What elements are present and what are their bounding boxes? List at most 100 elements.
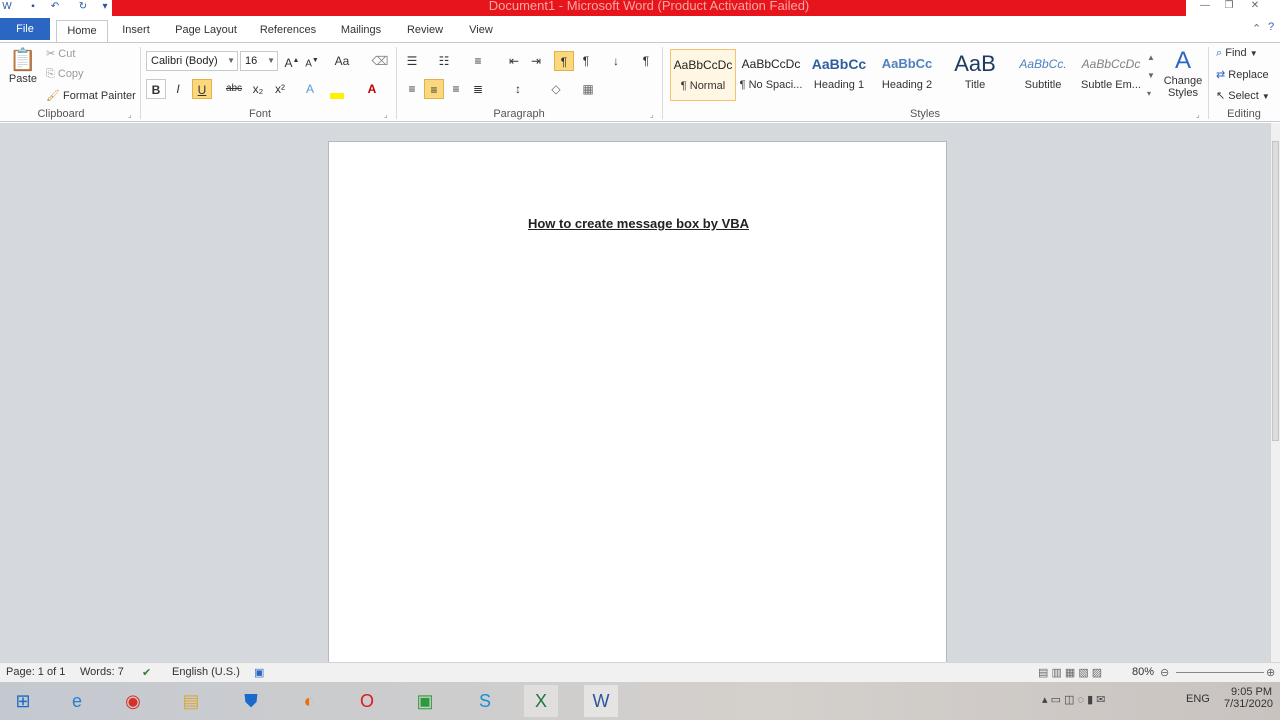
redo-icon[interactable]: ↻ — [76, 0, 90, 14]
align-left-icon[interactable]: ≡ — [402, 79, 422, 99]
word-app-icon[interactable]: W — [0, 0, 14, 14]
find-button[interactable]: ⌕ Find ▼ — [1216, 47, 1258, 60]
numbering-icon[interactable]: ☷ — [434, 51, 454, 71]
minimize-ribbon-icon[interactable]: ⌃ — [1252, 22, 1261, 35]
copy-button[interactable]: ⎘ Copy — [46, 68, 84, 81]
tab-review[interactable]: Review — [400, 20, 450, 42]
styles-more-icon[interactable]: ▾ — [1147, 89, 1151, 98]
styles-scroll-up-icon[interactable]: ▲ — [1147, 53, 1155, 62]
justify-icon[interactable]: ≣ — [468, 79, 488, 99]
dialog-launcher-icon[interactable]: ⌟ — [1196, 110, 1200, 119]
cut-button[interactable]: ✂ Cut — [46, 47, 75, 60]
text-effects-icon[interactable]: A — [300, 79, 320, 99]
customize-qat-icon[interactable]: ▾ — [98, 0, 112, 14]
change-styles-button[interactable]: A Change Styles — [1160, 47, 1206, 99]
align-center-icon[interactable]: ≡ — [424, 79, 444, 99]
excel-icon[interactable]: X — [524, 685, 558, 717]
word-count[interactable]: Words: 7 — [80, 666, 124, 678]
undo-icon[interactable]: ↶ — [48, 0, 62, 14]
format-painter-button[interactable]: 🖌 Format Painter — [46, 89, 136, 102]
underline-button[interactable]: U — [192, 79, 212, 99]
select-button[interactable]: ↖ Select ▼ — [1216, 89, 1270, 102]
minimize-button[interactable]: — — [1194, 0, 1216, 14]
language-indicator[interactable]: English (U.S.) — [172, 666, 240, 678]
tray-icons[interactable]: ▴ ▭ ◫ ◌ ▮ ✉ — [1042, 693, 1105, 706]
zoom-level[interactable]: 80% — [1132, 666, 1154, 678]
tab-view[interactable]: View — [460, 20, 502, 42]
font-color-icon[interactable]: A — [362, 79, 382, 99]
sort-icon[interactable]: ↓ — [606, 51, 626, 71]
view-buttons[interactable]: ▤ ▥ ▦ ▧ ▨ — [1038, 666, 1102, 679]
multilevel-list-icon[interactable]: ≡ — [468, 51, 488, 71]
align-right-icon[interactable]: ≡ — [446, 79, 466, 99]
styles-scroll-down-icon[interactable]: ▼ — [1147, 71, 1155, 80]
maximize-button[interactable]: ❐ — [1218, 0, 1240, 14]
line-spacing-icon[interactable]: ↕ — [508, 79, 528, 99]
dialog-launcher-icon[interactable]: ⌟ — [650, 110, 654, 119]
shrink-font-icon[interactable]: A▼ — [302, 51, 322, 71]
increase-indent-icon[interactable]: ⇥ — [526, 51, 546, 71]
style-subtle-emphasis[interactable]: AaBbCcDc Subtle Em... — [1078, 49, 1144, 101]
subscript-button[interactable]: x₂ — [248, 79, 268, 99]
decrease-indent-icon[interactable]: ⇤ — [504, 51, 524, 71]
style-heading-2[interactable]: AaBbCc Heading 2 — [874, 49, 940, 101]
font-name-combo[interactable]: Calibri (Body) ▼ — [146, 51, 238, 71]
style-normal[interactable]: AaBbCcDc ¶ Normal — [670, 49, 736, 101]
tab-mailings[interactable]: Mailings — [334, 20, 388, 42]
style-title[interactable]: AaB Title — [942, 49, 1008, 101]
store-icon[interactable]: ▣ — [408, 685, 442, 717]
tab-page-layout[interactable]: Page Layout — [170, 20, 242, 42]
show-marks-icon[interactable]: ¶ — [636, 51, 656, 71]
bullets-icon[interactable]: ☰ — [402, 51, 422, 71]
style-no-spacing[interactable]: AaBbCcDc ¶ No Spaci... — [738, 49, 804, 101]
proofing-icon[interactable]: ✔ — [142, 666, 151, 679]
change-case-icon[interactable]: Aa — [332, 51, 352, 71]
page-count[interactable]: Page: 1 of 1 — [6, 666, 65, 678]
bold-button[interactable]: B — [146, 79, 166, 99]
replace-button[interactable]: ⇄ Replace — [1216, 68, 1269, 81]
zoom-slider[interactable] — [1176, 672, 1264, 673]
close-button[interactable]: ✕ — [1244, 0, 1266, 14]
clear-format-icon[interactable]: ⌫ — [370, 51, 390, 71]
document-page[interactable]: How to create message box by VBA — [328, 141, 947, 662]
tab-insert[interactable]: Insert — [114, 20, 158, 42]
zoom-out-icon[interactable]: ⊖ — [1160, 666, 1169, 679]
grow-font-icon[interactable]: A▲ — [282, 51, 302, 71]
ltr-icon[interactable]: ¶ — [554, 51, 574, 71]
paste-button[interactable]: 📋 Paste — [8, 47, 38, 85]
dialog-launcher-icon[interactable]: ⌟ — [384, 110, 388, 119]
document-heading[interactable]: How to create message box by VBA — [329, 216, 948, 231]
clock[interactable]: 9:05 PM 7/31/2020 — [1224, 686, 1273, 710]
macro-icon[interactable]: ▣ — [254, 666, 264, 679]
save-icon[interactable]: ▪ — [26, 0, 40, 14]
start-icon[interactable]: ⊞ — [6, 685, 40, 717]
highlight-icon[interactable] — [330, 93, 344, 99]
word-icon[interactable]: W — [584, 685, 618, 717]
style-subtitle[interactable]: AaBbCc. Subtitle — [1010, 49, 1076, 101]
clipboard-icon: 📋 — [9, 47, 37, 72]
tab-references[interactable]: References — [254, 20, 322, 42]
help-icon[interactable]: ? — [1268, 21, 1274, 33]
internet-explorer-icon[interactable]: e — [60, 685, 94, 717]
chrome-icon[interactable]: ◉ — [116, 685, 150, 717]
vertical-scrollbar[interactable] — [1270, 123, 1280, 662]
superscript-button[interactable]: x² — [270, 79, 290, 99]
scrollbar-thumb[interactable] — [1272, 141, 1279, 441]
italic-button[interactable]: I — [168, 79, 188, 99]
style-heading-1[interactable]: AaBbCc Heading 1 — [806, 49, 872, 101]
tab-home[interactable]: Home — [56, 20, 108, 42]
zoom-in-icon[interactable]: ⊕ — [1266, 666, 1275, 679]
shading-icon[interactable]: ◇ — [546, 79, 566, 99]
input-language[interactable]: ENG — [1186, 693, 1210, 705]
opera-icon[interactable]: O — [350, 685, 384, 717]
defender-icon[interactable]: ⛊ — [234, 685, 268, 717]
file-explorer-icon[interactable]: ▤ — [174, 685, 208, 717]
dialog-launcher-icon[interactable]: ⌟ — [128, 110, 132, 119]
tab-file[interactable]: File — [0, 18, 50, 40]
font-size-combo[interactable]: 16 ▼ — [240, 51, 278, 71]
borders-icon[interactable]: ▦ — [578, 79, 598, 99]
rtl-icon[interactable]: ¶ — [576, 51, 596, 71]
skype-icon[interactable]: S — [468, 685, 502, 717]
strikethrough-button[interactable]: abc — [224, 79, 244, 99]
firefox-icon[interactable]: ◐ — [292, 685, 326, 717]
